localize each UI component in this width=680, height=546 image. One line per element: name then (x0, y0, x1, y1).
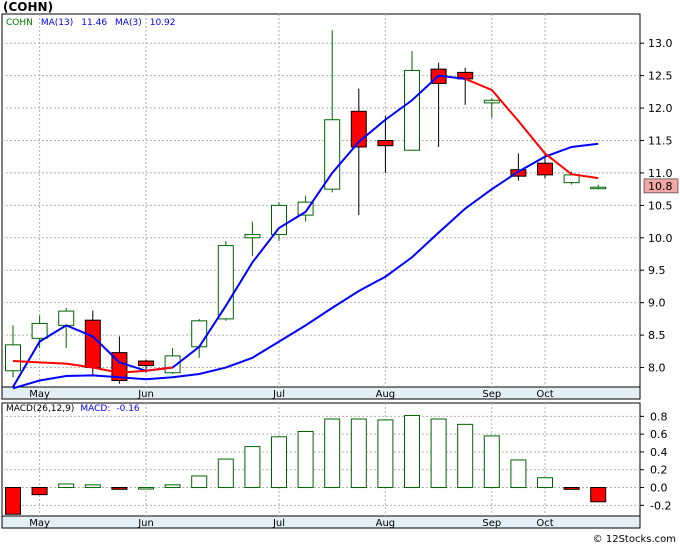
x-tick-label: Jul (272, 389, 285, 400)
macd-bar (377, 419, 394, 489)
x-tick-label: Jul (272, 518, 285, 529)
y-tick-label: 10.5 (648, 199, 673, 212)
y-tick-label: 13.0 (648, 37, 673, 50)
macd-legend-item: MACD(26,12,9) (6, 404, 74, 414)
macd-bar (191, 475, 208, 489)
price-legend-item: 10.92 (150, 18, 176, 28)
macd-bar (84, 484, 101, 489)
candle-body (138, 360, 154, 367)
macd-bar (31, 487, 48, 496)
macd-bar (350, 418, 367, 489)
price-legend-item: 11.46 (81, 18, 107, 28)
y-tick-label: 0.0 (650, 482, 668, 495)
y-tick-label: 11.5 (648, 134, 673, 147)
macd-legend-item: MACD: (80, 404, 110, 414)
macd-bar (217, 458, 234, 489)
macd-bar (590, 487, 607, 503)
candle-body (58, 310, 75, 326)
y-tick-label: 0.6 (650, 428, 668, 441)
candle-body (590, 186, 607, 190)
copyright-text: © 12Stocks.com (592, 534, 676, 545)
macd-bar (138, 487, 154, 490)
y-tick-label: 8.0 (648, 362, 666, 375)
y-tick-label: 9.0 (648, 297, 666, 310)
macd-bar (111, 487, 128, 490)
x-tick-label: Aug (376, 389, 396, 400)
macd-bar (324, 418, 341, 489)
candle-body (191, 320, 208, 348)
x-tick-label: Aug (376, 518, 396, 529)
macd-bar (563, 487, 580, 490)
x-tick-label: Jun (137, 518, 154, 529)
candle-body (537, 162, 553, 176)
macd-bar (164, 484, 181, 489)
y-tick-label: -0.2 (650, 499, 671, 512)
macd-bar (483, 435, 500, 489)
x-tick-label: Oct (536, 518, 553, 529)
y-tick-label: 0.8 (650, 410, 668, 423)
x-tick-label: May (29, 518, 50, 529)
candle-body (84, 319, 101, 369)
y-tick-label: 0.2 (650, 464, 668, 477)
candle-body (31, 322, 48, 339)
candle-body (404, 69, 420, 151)
macd-bar (5, 487, 21, 515)
candle-body (244, 234, 261, 239)
y-tick-label: 10.0 (648, 232, 673, 245)
y-tick-label: 8.5 (648, 329, 666, 342)
y-tick-label: 0.4 (650, 446, 668, 459)
y-tick-label: 11.0 (648, 167, 673, 180)
last-price-label: 10.8 (648, 180, 673, 193)
x-tick-label: Sep (482, 518, 501, 529)
candle-body (271, 204, 287, 236)
macd-bar (510, 459, 527, 489)
y-tick-label: 12.5 (648, 70, 673, 83)
candle-body (217, 245, 234, 320)
y-tick-label: 9.5 (648, 264, 666, 277)
macd-bar (404, 414, 420, 489)
price-legend-item: COHN (6, 18, 33, 28)
x-tick-label: Oct (536, 389, 553, 400)
macd-legend-item: -0.16 (116, 404, 140, 414)
candle-body (483, 99, 500, 104)
y-tick-label: 12.0 (648, 102, 673, 115)
price-legend-item: MA(3) (115, 18, 142, 28)
macd-panel (1, 402, 641, 517)
macd-bar (297, 430, 314, 489)
macd-bar (244, 446, 261, 489)
macd-bar (457, 423, 474, 489)
candle-body (563, 174, 580, 184)
candle-body (377, 139, 394, 147)
candle-body (324, 119, 341, 190)
x-tick-label: Sep (482, 389, 501, 400)
macd-bar (58, 483, 75, 489)
candle-body (5, 344, 21, 372)
macd-bar (430, 418, 447, 489)
x-tick-label: Jun (137, 389, 154, 400)
macd-bar (271, 436, 287, 489)
x-tick-label: May (29, 389, 50, 400)
stock-chart: May May Jun Jun Jul Jul Aug Aug Sep Sep Oct Oct 8.0 8… (1, 13, 679, 529)
price-legend-item: MA(13) (41, 18, 73, 28)
macd-bar (537, 477, 553, 489)
